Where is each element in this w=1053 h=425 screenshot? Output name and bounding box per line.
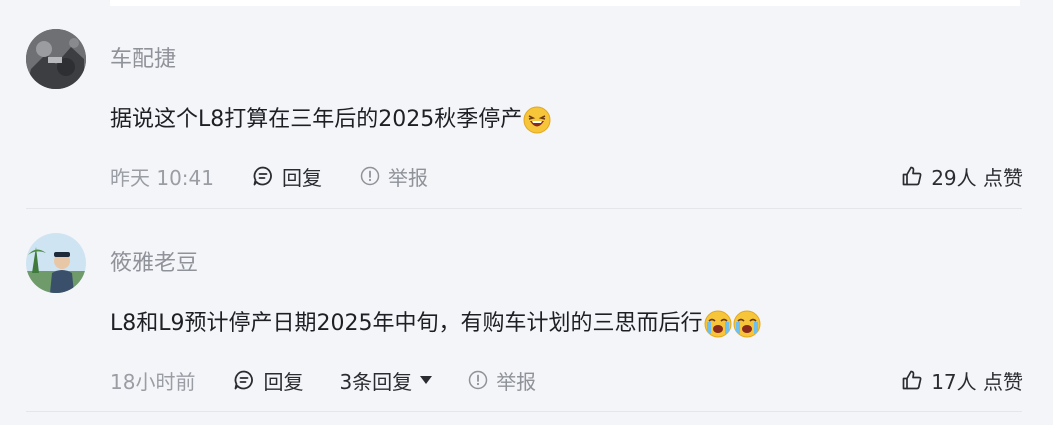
crying-emoji-icon bbox=[733, 310, 760, 338]
like-count: 17人 点赞 bbox=[931, 369, 1023, 394]
reply-label: 回复 bbox=[263, 369, 304, 394]
comment-text-content: L8和L9预计停产日期2025年中旬，有购车计划的三思而后行 bbox=[110, 311, 703, 336]
report-button[interactable]: 举报 bbox=[468, 366, 536, 395]
username[interactable]: 筱雅老豆 bbox=[110, 249, 198, 279]
like-count: 29人 点赞 bbox=[931, 165, 1023, 190]
timestamp: 昨天 10:41 bbox=[110, 165, 214, 190]
timestamp: 18小时前 bbox=[110, 369, 196, 394]
comment-text: 据说这个L8打算在三年后的2025秋季停产 bbox=[110, 104, 551, 136]
avatar[interactable] bbox=[26, 233, 86, 293]
crying-emoji-icon bbox=[704, 310, 731, 338]
replies-count-label: 3条回复 bbox=[339, 369, 413, 394]
report-label: 举报 bbox=[496, 369, 537, 394]
comment-icon bbox=[253, 166, 272, 186]
report-button[interactable]: 举报 bbox=[360, 162, 428, 191]
laughing-emoji-icon bbox=[523, 106, 551, 134]
divider bbox=[26, 411, 1022, 412]
previous-comment-card-edge bbox=[110, 0, 1020, 6]
view-replies-button[interactable]: 3条回复 bbox=[339, 366, 433, 395]
comment-text: L8和L9预计停产日期2025年中旬，有购车计划的三思而后行 bbox=[110, 308, 761, 340]
thumbs-up-icon bbox=[902, 166, 922, 186]
reply-label: 回复 bbox=[282, 165, 322, 190]
warning-circle-icon bbox=[468, 370, 488, 390]
reply-button[interactable]: 回复 bbox=[233, 366, 303, 395]
comment-icon bbox=[235, 370, 254, 390]
comment-actions: 18小时前 回复 3条回复 举报 17人 点赞 bbox=[110, 364, 1023, 396]
username[interactable]: 车配捷 bbox=[110, 45, 176, 75]
reply-button[interactable]: 回复 bbox=[252, 162, 322, 191]
like-button[interactable]: 17人 点赞 bbox=[901, 366, 1023, 395]
avatar[interactable] bbox=[26, 29, 86, 89]
report-label: 举报 bbox=[388, 165, 428, 190]
caret-down-icon bbox=[420, 376, 433, 384]
warning-circle-icon bbox=[360, 166, 380, 186]
comment-text-content: 据说这个L8打算在三年后的2025秋季停产 bbox=[110, 107, 523, 132]
like-button[interactable]: 29人 点赞 bbox=[901, 162, 1023, 191]
divider bbox=[26, 208, 1022, 209]
thumbs-up-icon bbox=[902, 370, 922, 390]
comment-actions: 昨天 10:41 回复 举报 29人 点赞 bbox=[110, 160, 1023, 192]
